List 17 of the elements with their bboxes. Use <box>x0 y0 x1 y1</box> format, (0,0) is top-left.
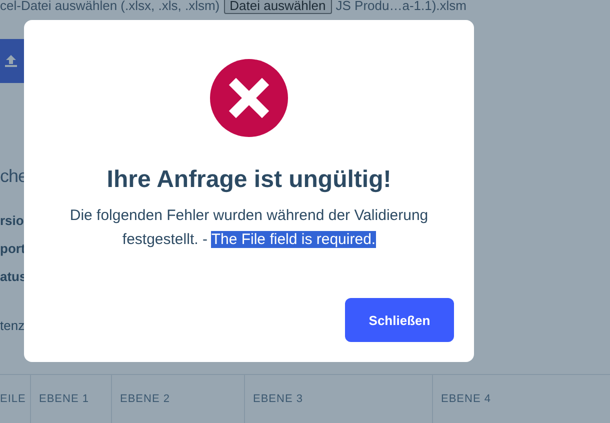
note-text: tenz <box>0 318 25 334</box>
column-header: EBENE 3 <box>245 375 433 423</box>
upload-icon <box>4 54 18 68</box>
error-icon <box>209 58 289 138</box>
column-header: EBENE 4 <box>440 392 492 407</box>
column-header: EILE <box>0 375 31 423</box>
choose-file-button[interactable]: Datei auswählen <box>224 0 332 14</box>
file-name: JS Produ…a-1.1).xlsm <box>336 0 467 12</box>
column-header: EBENE 2 <box>112 375 245 423</box>
field-label: port <box>0 241 26 257</box>
dialog-title: Ihre Anfrage ist ungültig! <box>106 166 392 194</box>
field-label: rsio <box>0 213 24 229</box>
upload-button[interactable] <box>0 39 24 83</box>
error-message: Die folgenden Fehler wurden während der Validierung festgestellt. - The File field is required. <box>68 206 430 250</box>
column-header: EBENE 1 <box>31 375 112 423</box>
close-button[interactable]: Schließen <box>345 298 454 342</box>
file-label: cel-Datei auswählen (.xlsx, .xls, .xlsm) <box>0 0 220 12</box>
